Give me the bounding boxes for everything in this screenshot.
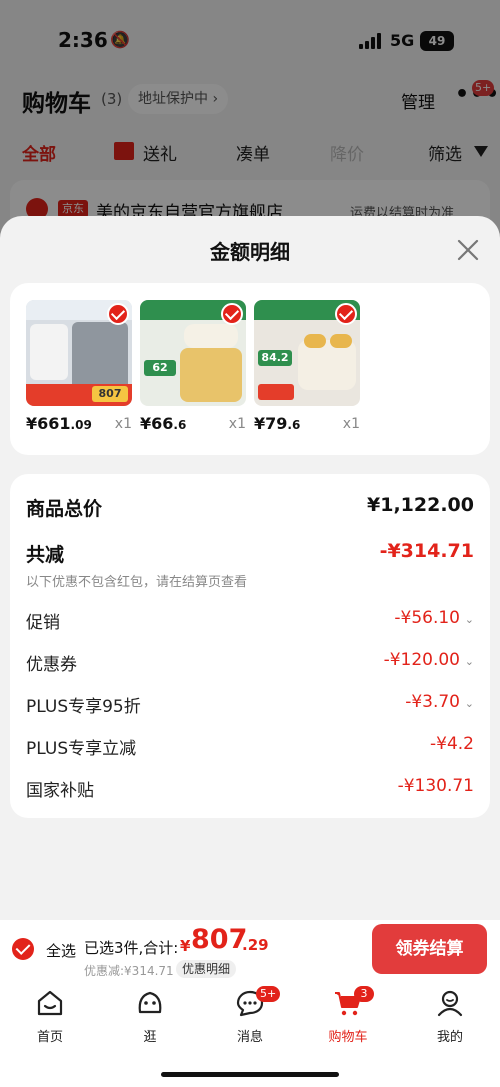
tab-label: 首页	[36, 1030, 63, 1045]
detail-row-promotion[interactable]: 促销 -¥56.10 ⌄	[26, 608, 474, 634]
product-item[interactable]: 84.2 ¥79.6 x1	[254, 300, 360, 440]
price-dec: .6	[287, 418, 301, 432]
checkout-button[interactable]: 领券结算	[372, 924, 487, 974]
home-icon	[37, 990, 63, 1016]
detail-row-plus-reduction: PLUS专享立减 -¥4.2	[26, 734, 474, 760]
selected-summary: 已选3件,合计:	[84, 939, 179, 957]
price-int: ¥66	[140, 414, 174, 433]
reduce-note: 以下优惠不包含红包，请在结算页查看	[26, 575, 248, 590]
price-dec: .6	[173, 418, 187, 432]
product-image-tag: 807	[92, 386, 128, 402]
saved-amount: 优惠减:¥314.71	[84, 964, 174, 978]
detail-value: -¥3.70	[405, 692, 460, 712]
explore-icon	[138, 991, 162, 1014]
profile-icon	[437, 990, 463, 1017]
tab-profile[interactable]: 我的	[415, 988, 485, 1048]
total-amount-int: 807	[191, 924, 248, 955]
select-all-label[interactable]: 全选	[46, 940, 76, 961]
tab-label: 逛	[143, 1030, 157, 1045]
product-qty: x1	[342, 416, 360, 432]
tab-badge: 5+	[256, 986, 281, 1002]
amount-detail-sheet: 金额明细 807 ¥661.09 x1 62 ¥66.6 x1 84.2 ¥79…	[0, 216, 500, 920]
total-currency: ¥	[180, 937, 191, 955]
reduce-value: -¥314.71	[379, 540, 474, 562]
chevron-down-icon: ⌄	[464, 697, 474, 710]
total-value: ¥1,122.00	[367, 494, 474, 516]
detail-label: 优惠券	[26, 655, 77, 675]
price-int: ¥79	[254, 414, 288, 433]
detail-row-coupon[interactable]: 优惠券 -¥120.00 ⌄	[26, 650, 474, 676]
tab-home[interactable]: 首页	[15, 988, 85, 1048]
detail-label: PLUS专享立减	[26, 739, 137, 759]
tab-cart[interactable]: 3 购物车	[313, 986, 383, 1048]
product-qty: x1	[228, 416, 246, 432]
detail-label: PLUS专享95折	[26, 697, 141, 717]
product-item[interactable]: 807 ¥661.09 x1	[26, 300, 132, 440]
sheet-title: 金额明细	[210, 240, 290, 264]
detail-value: -¥4.2	[430, 734, 474, 754]
detail-label: 促销	[26, 613, 60, 633]
detail-label: 国家补贴	[26, 781, 94, 801]
total-amount-dec: .29	[242, 936, 269, 954]
chevron-down-icon: ⌄	[464, 613, 474, 626]
tab-explore[interactable]: 逛	[115, 988, 185, 1048]
product-qty: x1	[114, 416, 132, 432]
home-indicator[interactable]	[161, 1072, 339, 1077]
product-check-icon[interactable]	[335, 303, 357, 325]
total-row: 商品总价 ¥1,122.00	[26, 492, 474, 522]
detail-value: -¥56.10	[394, 608, 460, 628]
product-image-tag: 62	[144, 360, 176, 376]
product-price: ¥661.09	[26, 414, 92, 433]
reduce-label: 共减	[26, 544, 65, 566]
tab-badge: 3	[354, 986, 374, 1002]
product-item[interactable]: 62 ¥66.6 x1	[140, 300, 246, 440]
reduce-row: 共减 -¥314.71	[26, 538, 474, 568]
checkout-bar: 全选 已选3件,合计: ¥ 807 .29 优惠减:¥314.71 优惠明细 领…	[0, 920, 500, 982]
detail-row-plus-discount[interactable]: PLUS专享95折 -¥3.70 ⌄	[26, 692, 474, 718]
product-price: ¥66.6	[140, 414, 186, 433]
products-card: 807 ¥661.09 x1 62 ¥66.6 x1 84.2 ¥79.6 x1	[10, 283, 490, 455]
select-all-checkbox[interactable]	[12, 938, 34, 960]
product-image-tag: 84.2	[258, 350, 292, 366]
tab-label: 消息	[236, 1030, 263, 1045]
discount-detail-chip[interactable]: 优惠明细	[176, 960, 237, 978]
chevron-down-icon: ⌄	[464, 655, 474, 668]
total-label: 商品总价	[26, 498, 103, 520]
price-int: ¥661	[26, 414, 71, 433]
detail-value: -¥130.71	[397, 776, 474, 796]
close-icon[interactable]	[454, 236, 482, 264]
tab-label: 购物车	[328, 1030, 368, 1045]
product-check-icon[interactable]	[107, 303, 129, 325]
product-check-icon[interactable]	[221, 303, 243, 325]
tab-label: 我的	[436, 1030, 463, 1045]
amount-details-card: 商品总价 ¥1,122.00 共减 -¥314.71 以下优惠不包含红包，请在结…	[10, 474, 490, 818]
tab-messages[interactable]: 5+ 消息	[215, 986, 285, 1048]
product-price: ¥79.6	[254, 414, 300, 433]
detail-value: -¥120.00	[383, 650, 460, 670]
price-dec: .09	[70, 418, 92, 432]
detail-row-national-subsidy: 国家补贴 -¥130.71	[26, 776, 474, 802]
